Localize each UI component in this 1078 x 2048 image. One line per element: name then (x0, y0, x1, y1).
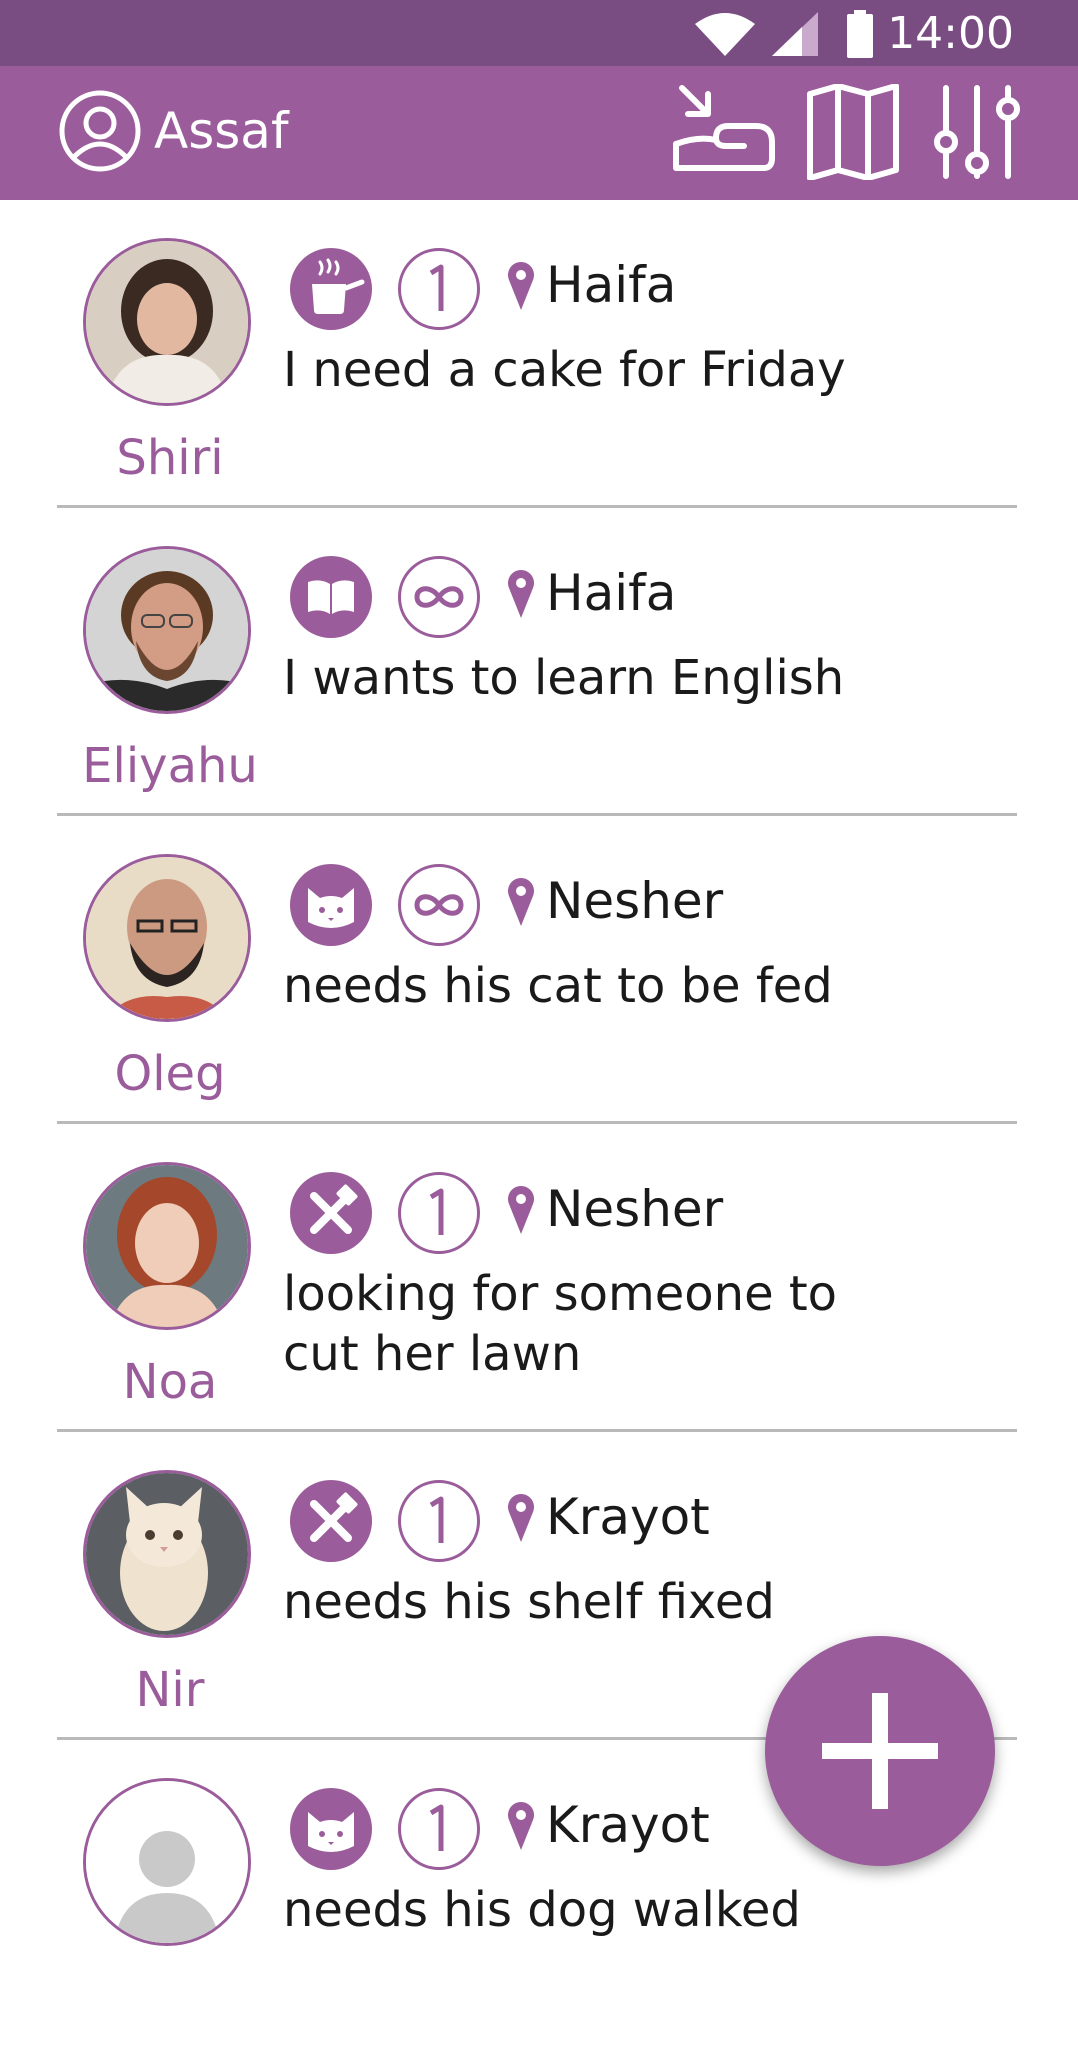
request-text: needs his dog walked (283, 1882, 801, 1938)
request-text: I need a cake for Friday (283, 342, 846, 398)
requester-name: Eliyahu (82, 738, 258, 794)
signal-icon (772, 12, 818, 56)
request-location: Krayot (546, 1488, 710, 1546)
request-hand-icon[interactable] (668, 84, 778, 180)
request-row[interactable]: Eliyahu Haifa I wants to learn English (0, 508, 1078, 816)
request-location: Nesher (546, 1180, 724, 1238)
location-pin-icon (508, 1494, 534, 1542)
wifi-icon (695, 13, 755, 56)
status-bar: 14:00 (0, 0, 1078, 66)
once-icon (398, 1172, 480, 1254)
requester-name: Noa (122, 1354, 218, 1410)
filter-sliders-icon[interactable] (932, 84, 1022, 180)
status-time: 14:00 (887, 8, 1014, 59)
avatar[interactable] (83, 546, 251, 714)
request-row[interactable]: Shiri Haifa I need a cake for Friday (0, 200, 1078, 508)
request-location: Haifa (546, 256, 677, 314)
add-request-button[interactable] (765, 1636, 995, 1866)
location-pin-icon (508, 262, 534, 310)
request-text: I wants to learn English (283, 650, 845, 706)
once-icon (398, 248, 480, 330)
user-name: Assaf (154, 102, 289, 160)
requester-name: Oleg (114, 1046, 226, 1102)
tools-icon (290, 1172, 372, 1254)
avatar[interactable] (83, 1470, 251, 1638)
recurring-icon (398, 556, 480, 638)
cat-icon (290, 864, 372, 946)
request-location: Krayot (546, 1796, 710, 1854)
recurring-icon (398, 864, 480, 946)
avatar[interactable] (83, 854, 251, 1022)
location-pin-icon (508, 1186, 534, 1234)
map-icon[interactable] (806, 84, 900, 180)
account-button[interactable]: Assaf (58, 86, 289, 176)
once-icon (398, 1788, 480, 1870)
avatar[interactable] (83, 1778, 251, 1946)
tools-icon (290, 1480, 372, 1562)
request-text: needs his cat to be fed (283, 958, 833, 1014)
request-text: looking for someone to cut her lawn (283, 1266, 838, 1382)
cat-icon (290, 1788, 372, 1870)
avatar[interactable] (83, 238, 251, 406)
location-pin-icon (508, 570, 534, 618)
avatar[interactable] (83, 1162, 251, 1330)
location-pin-icon (508, 1802, 534, 1850)
requester-name: Nir (135, 1662, 205, 1718)
request-row[interactable]: Noa Nesher looking for someone to cut he… (0, 1124, 1078, 1432)
request-location: Haifa (546, 564, 677, 622)
battery-icon (847, 10, 873, 58)
once-icon (398, 1480, 480, 1562)
cooking-pot-icon (290, 248, 372, 330)
location-pin-icon (508, 878, 534, 926)
request-location: Nesher (546, 872, 724, 930)
requester-name: Shiri (116, 430, 224, 486)
request-row[interactable]: Oleg Nesher needs his cat to be fed (0, 816, 1078, 1124)
book-icon (290, 556, 372, 638)
app-bar: Assaf (0, 66, 1078, 200)
account-circle-icon (59, 90, 141, 172)
request-text: needs his shelf fixed (283, 1574, 775, 1630)
